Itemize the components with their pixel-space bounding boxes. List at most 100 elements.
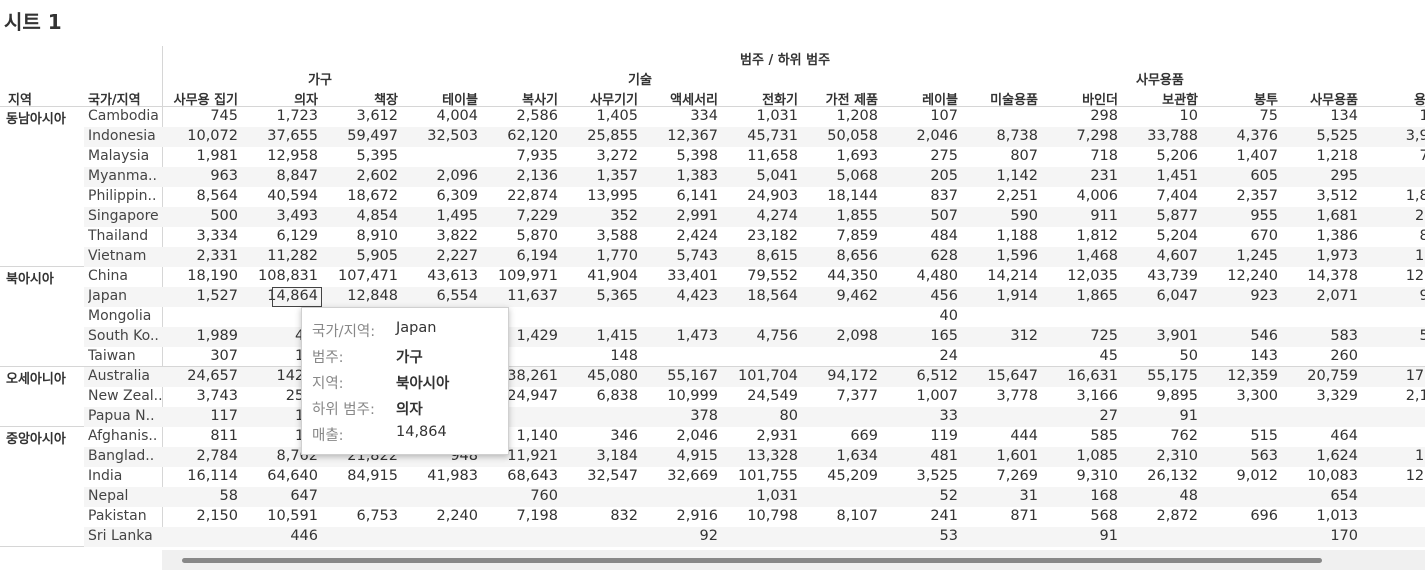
table-cell[interactable]: 2,227	[398, 248, 478, 264]
table-cell[interactable]: 760	[478, 488, 558, 504]
table-cell[interactable]: 5,395	[318, 148, 398, 164]
table-cell[interactable]: 10,072	[158, 128, 238, 144]
table-cell[interactable]: 50,058	[798, 128, 878, 144]
table-cell[interactable]: 7,298	[1038, 128, 1118, 144]
table-cell[interactable]: 568	[1038, 508, 1118, 524]
horizontal-scrollbar[interactable]	[162, 550, 1425, 570]
table-cell[interactable]: 45,209	[798, 468, 878, 484]
table-cell[interactable]: 6,309	[398, 188, 478, 204]
table-cell[interactable]: 134	[1278, 108, 1358, 124]
table-cell[interactable]: 4,756	[718, 328, 798, 344]
table-cell[interactable]: 298	[1038, 108, 1118, 124]
table-cell[interactable]: 1,770	[558, 248, 638, 264]
table-cell[interactable]: 13,995	[558, 188, 638, 204]
table-cell[interactable]: 260	[1278, 348, 1358, 364]
table-cell[interactable]: 101,704	[718, 368, 798, 384]
table-cell[interactable]: 16,631	[1038, 368, 1118, 384]
table-cell[interactable]: 1,865	[1038, 288, 1118, 304]
table-cell[interactable]: 8,847	[238, 168, 318, 184]
table-cell[interactable]: 295	[1278, 168, 1358, 184]
table-cell[interactable]: 1,855	[798, 208, 878, 224]
table-cell[interactable]: 22,874	[478, 188, 558, 204]
table-cell[interactable]: 55,167	[638, 368, 718, 384]
table-cell[interactable]: 6,194	[478, 248, 558, 264]
table-cell[interactable]: 718	[1038, 148, 1118, 164]
table-cell[interactable]: 1,473	[638, 328, 718, 344]
table-cell[interactable]: 12,359	[1198, 368, 1278, 384]
table-cell[interactable]: 148	[558, 348, 638, 364]
table-cell[interactable]: 500	[158, 208, 238, 224]
table-cell[interactable]: 168	[1038, 488, 1118, 504]
table-cell[interactable]: 2,4	[1358, 208, 1425, 224]
table-cell[interactable]: 7,404	[1118, 188, 1198, 204]
table-cell[interactable]: 1,415	[558, 328, 638, 344]
table-cell[interactable]: 8,738	[958, 128, 1038, 144]
group-header-furniture[interactable]: 가구	[308, 69, 332, 88]
table-cell[interactable]: 4,423	[638, 288, 718, 304]
table-cell[interactable]: 5,743	[638, 248, 718, 264]
country-label[interactable]: Pakistan	[88, 508, 162, 524]
country-label[interactable]: India	[88, 468, 162, 484]
table-cell[interactable]: 3,901	[1118, 328, 1198, 344]
scrollbar-thumb[interactable]	[182, 558, 1322, 563]
table-cell[interactable]: 484	[878, 228, 958, 244]
table-cell[interactable]: 101,755	[718, 468, 798, 484]
table-cell[interactable]: 64,640	[238, 468, 318, 484]
table-cell[interactable]: 590	[958, 208, 1038, 224]
table-cell[interactable]: 94,172	[798, 368, 878, 384]
table-cell[interactable]: 546	[1198, 328, 1278, 344]
table-cell[interactable]: 92	[638, 528, 718, 544]
country-label[interactable]: Sri Lanka	[88, 528, 162, 544]
table-cell[interactable]: 62,120	[478, 128, 558, 144]
country-label[interactable]: Papua N..	[88, 408, 162, 424]
table-cell[interactable]: 2,602	[318, 168, 398, 184]
table-cell[interactable]: 1,989	[158, 328, 238, 344]
table-cell[interactable]: 3,512	[1278, 188, 1358, 204]
region-label[interactable]: 동남아시아	[6, 108, 66, 127]
table-cell[interactable]: 8,615	[718, 248, 798, 264]
table-cell[interactable]: 1,142	[958, 168, 1038, 184]
table-cell[interactable]: 1,0	[1358, 248, 1425, 264]
table-cell[interactable]: 91	[1038, 528, 1118, 544]
table-cell[interactable]: 3,778	[958, 388, 1038, 404]
table-cell[interactable]: 109,971	[478, 268, 558, 284]
table-cell[interactable]: 2,357	[1198, 188, 1278, 204]
table-cell[interactable]: 2,310	[1118, 448, 1198, 464]
table-cell[interactable]: 2,784	[158, 448, 238, 464]
table-cell[interactable]: 2,098	[798, 328, 878, 344]
table-cell[interactable]: 2,586	[478, 108, 558, 124]
table-cell[interactable]: 6,512	[878, 368, 958, 384]
table-cell[interactable]: 7,377	[798, 388, 878, 404]
table-cell[interactable]: 911	[1038, 208, 1118, 224]
table-cell[interactable]: 18,190	[158, 268, 238, 284]
table-cell[interactable]: 7,859	[798, 228, 878, 244]
country-label[interactable]: Vietnam	[88, 248, 162, 264]
table-cell[interactable]: 2,931	[718, 428, 798, 444]
table-cell[interactable]: 119	[878, 428, 958, 444]
table-cell[interactable]: 4,274	[718, 208, 798, 224]
table-cell[interactable]: 3,300	[1198, 388, 1278, 404]
table-cell[interactable]: 170	[1278, 528, 1358, 544]
table-cell[interactable]: 2,136	[478, 168, 558, 184]
table-cell[interactable]: 50	[1118, 348, 1198, 364]
table-cell[interactable]: 75	[1198, 108, 1278, 124]
table-cell[interactable]: 12,035	[1038, 268, 1118, 284]
table-cell[interactable]: 2,424	[638, 228, 718, 244]
table-cell[interactable]: 79,552	[718, 268, 798, 284]
country-label[interactable]: Myanma..	[88, 168, 162, 184]
table-cell[interactable]: 1,812	[1038, 228, 1118, 244]
table-cell[interactable]: 5,206	[1118, 148, 1198, 164]
table-cell[interactable]: 9,012	[1198, 468, 1278, 484]
table-cell[interactable]: 40,594	[238, 188, 318, 204]
table-cell[interactable]: 1,386	[1278, 228, 1358, 244]
table-cell[interactable]: 6,753	[318, 508, 398, 524]
table-cell[interactable]: 18,672	[318, 188, 398, 204]
table-cell[interactable]: 84,915	[318, 468, 398, 484]
table-cell[interactable]: 1,693	[798, 148, 878, 164]
table-cell[interactable]: 3,743	[158, 388, 238, 404]
country-label[interactable]: Taiwan	[88, 348, 162, 364]
table-cell[interactable]: 2,331	[158, 248, 238, 264]
table-cell[interactable]: 2,071	[1278, 288, 1358, 304]
table-cell[interactable]: 3,184	[558, 448, 638, 464]
table-cell[interactable]: 33	[878, 408, 958, 424]
